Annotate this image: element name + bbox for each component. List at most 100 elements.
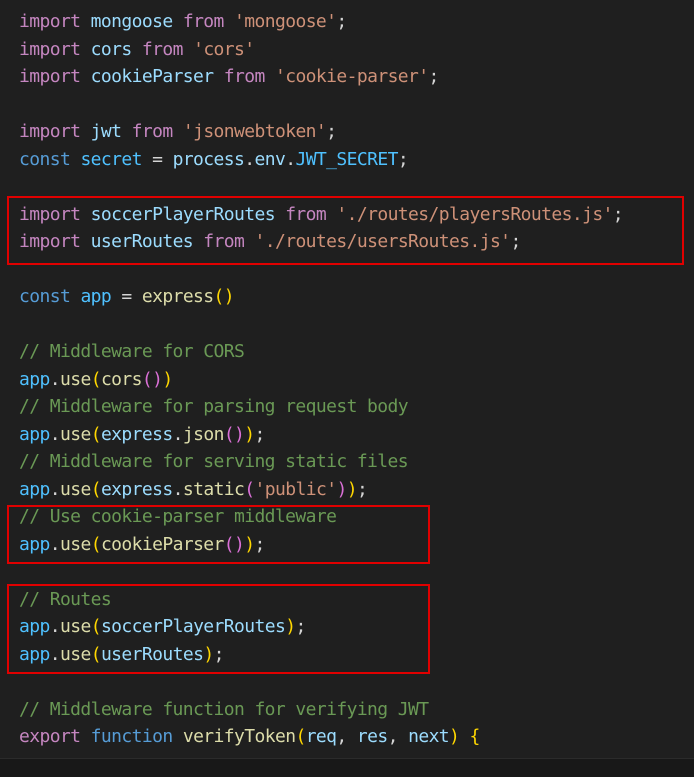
code-token: res	[356, 726, 388, 747]
code-token: (	[90, 423, 102, 445]
code-token: // Middleware for serving static files	[19, 451, 409, 472]
code-line[interactable]: // Middleware for parsing request body	[19, 393, 409, 421]
code-token: 'jsonwebtoken'	[182, 121, 327, 142]
code-line[interactable]: // Middleware for CORS	[19, 338, 245, 366]
editor-bottom-edge	[0, 758, 694, 777]
code-line[interactable]: app.use(express.static('public'));	[19, 476, 368, 504]
code-token: cookieParser	[90, 66, 214, 87]
code-token: from	[141, 38, 184, 60]
code-token: req	[305, 726, 337, 747]
code-token: env	[254, 148, 286, 170]
code-line[interactable]: import cors from 'cors'	[19, 36, 255, 64]
code-token: next	[408, 726, 450, 747]
code-token: ;	[397, 148, 409, 170]
code-token: JWT_SECRET	[295, 148, 398, 170]
code-line[interactable]: import jwt from 'jsonwebtoken';	[19, 118, 337, 146]
code-line[interactable]: const secret = process.env.JWT_SECRET;	[19, 146, 409, 174]
code-token: {	[469, 726, 481, 747]
code-line[interactable]: import mongoose from 'mongoose';	[19, 8, 347, 36]
code-token: .	[172, 478, 184, 500]
code-token: ;	[336, 11, 347, 32]
code-token: cors	[100, 368, 143, 390]
code-token: 'cookie-parser'	[274, 66, 429, 87]
code-token: process	[172, 148, 245, 170]
code-token: .	[49, 368, 61, 390]
code-token: // Middleware for parsing request body	[19, 396, 409, 417]
code-token: .	[172, 423, 184, 445]
code-token: import	[19, 11, 81, 32]
code-token: .	[285, 148, 296, 170]
code-token: express	[100, 423, 173, 445]
code-token: app	[80, 286, 112, 307]
code-line[interactable]: // Middleware function for verifying JWT	[19, 696, 429, 724]
code-token: use	[59, 368, 91, 390]
highlight-box-cookie-parser	[7, 505, 430, 564]
code-line[interactable]: app.use(express.json());	[19, 421, 265, 449]
code-token: json	[182, 423, 225, 445]
code-token: import	[19, 121, 81, 142]
code-line[interactable]: const app = express()	[19, 283, 235, 311]
code-token: ()	[141, 368, 163, 390]
code-token: ;	[428, 66, 440, 87]
code-line[interactable]: import cookieParser from 'cookie-parser'…	[19, 63, 439, 91]
code-token: ()	[213, 286, 235, 307]
code-token: // Middleware for CORS	[19, 341, 245, 362]
code-token: ;	[326, 121, 337, 142]
code-token: .	[49, 423, 61, 445]
code-token: // Middleware function for verifying JWT	[19, 698, 429, 720]
code-token: app	[19, 478, 50, 500]
code-token: app	[19, 423, 50, 445]
code-token: ,	[387, 726, 409, 747]
code-editor[interactable]: import mongoose from 'mongoose'; import c…	[0, 0, 694, 758]
code-token: import	[19, 66, 81, 87]
highlight-box-route-imports	[7, 196, 684, 265]
code-token: use	[59, 478, 91, 500]
code-token: (	[90, 478, 102, 500]
code-token: express	[141, 286, 214, 307]
code-line[interactable]: app.use(cors())	[19, 366, 173, 394]
code-token: 'mongoose'	[234, 11, 337, 32]
code-token: function	[90, 726, 174, 747]
code-token: static	[182, 478, 245, 500]
code-token: (	[295, 726, 306, 747]
code-token: .	[244, 148, 255, 170]
code-token: =	[111, 286, 142, 307]
code-token: app	[19, 368, 50, 390]
code-token: export	[19, 726, 81, 747]
code-line[interactable]: // Middleware for serving static files	[19, 448, 409, 476]
code-token: ;	[254, 423, 266, 445]
code-token: )	[244, 423, 255, 445]
code-token: .	[49, 478, 61, 500]
code-token: from	[182, 11, 225, 32]
code-token: const	[19, 148, 71, 170]
code-token: )	[162, 368, 173, 390]
code-token: cors	[90, 38, 133, 60]
code-token: 'cors'	[193, 38, 255, 60]
code-token: express	[100, 478, 173, 500]
code-token: 'public'	[254, 478, 338, 500]
code-token: from	[223, 66, 266, 87]
code-token: mongoose	[90, 11, 174, 32]
code-token: use	[59, 423, 91, 445]
code-token: import	[19, 38, 81, 60]
code-token: (	[244, 478, 255, 500]
code-line[interactable]: export function verifyToken(req, res, ne…	[19, 723, 480, 751]
code-token: ,	[336, 726, 357, 747]
code-token: )	[346, 478, 358, 500]
code-token: secret	[80, 148, 142, 170]
code-token: verifyToken	[182, 726, 296, 747]
